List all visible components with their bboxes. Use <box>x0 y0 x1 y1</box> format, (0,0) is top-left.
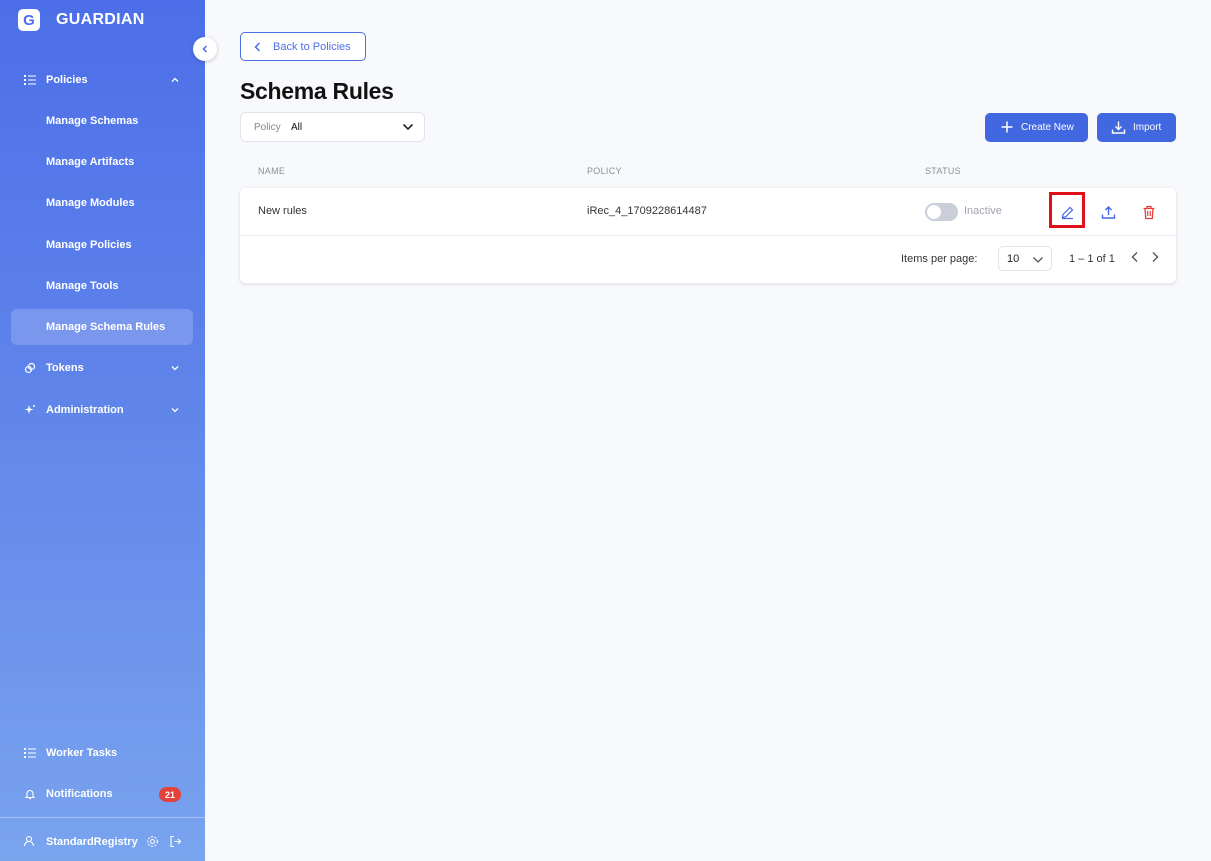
user-name: StandardRegistry <box>46 836 138 848</box>
sidebar-item-label: Policies <box>46 74 88 86</box>
delete-button[interactable] <box>1137 200 1161 224</box>
row-name: New rules <box>258 205 307 217</box>
row-divider <box>240 235 1176 236</box>
back-button-label: Back to Policies <box>273 40 351 53</box>
create-new-button[interactable]: Create New <box>985 113 1088 142</box>
sidebar-item-label: Administration <box>46 404 124 416</box>
sidebar-item-label: Manage Artifacts <box>46 156 135 168</box>
previous-page-button[interactable] <box>1130 250 1140 269</box>
sidebar-item-manage-modules[interactable]: Manage Modules <box>11 185 193 221</box>
list-icon <box>23 746 37 760</box>
schema-rules-table: New rules iRec_4_1709228614487 Inactive … <box>240 188 1176 283</box>
status-toggle[interactable] <box>925 203 958 221</box>
policy-filter-label: Policy <box>254 122 281 133</box>
list-icon <box>23 73 37 87</box>
sidebar-item-manage-artifacts[interactable]: Manage Artifacts <box>11 144 193 180</box>
edit-button[interactable] <box>1055 200 1079 224</box>
back-to-policies-button[interactable]: Back to Policies <box>240 32 366 61</box>
sidebar-divider <box>0 817 205 818</box>
upload-icon <box>1101 205 1115 219</box>
create-new-label: Create New <box>1021 122 1074 133</box>
column-header-name: NAME <box>258 166 286 176</box>
items-per-page-select[interactable]: 10 <box>998 246 1052 271</box>
sidebar-item-label: Manage Tools <box>46 280 119 292</box>
sidebar-item-label: Manage Modules <box>46 197 135 209</box>
download-icon <box>1111 121 1126 134</box>
sidebar-item-worker-tasks[interactable]: Worker Tasks <box>11 735 193 771</box>
chevron-down-icon <box>171 408 179 413</box>
sidebar-item-tokens[interactable]: Tokens <box>11 350 193 386</box>
brand-name: GUARDIAN <box>56 11 145 28</box>
sparkle-icon <box>23 403 37 417</box>
logout-icon[interactable] <box>169 835 182 851</box>
chevron-left-icon <box>1131 252 1138 262</box>
items-per-page-label: Items per page: <box>901 253 978 265</box>
page-title: Schema Rules <box>240 78 394 104</box>
sidebar-item-label: Manage Policies <box>46 239 132 251</box>
sidebar-item-manage-schemas[interactable]: Manage Schemas <box>11 103 193 139</box>
import-button[interactable]: Import <box>1097 113 1176 142</box>
sidebar-item-label: Worker Tasks <box>46 747 118 759</box>
items-per-page-value: 10 <box>1007 253 1020 265</box>
sidebar-item-manage-tools[interactable]: Manage Tools <box>11 268 193 304</box>
sidebar-item-manage-policies[interactable]: Manage Policies <box>11 227 193 263</box>
sidebar-item-label: Manage Schema Rules <box>46 321 166 333</box>
sidebar-item-policies[interactable]: Policies <box>11 62 193 98</box>
sidebar-item-manage-schema-rules[interactable]: Manage Schema Rules <box>11 309 193 345</box>
notifications-count-badge: 21 <box>159 787 181 802</box>
sidebar-collapse-button[interactable] <box>193 37 217 61</box>
brand[interactable]: G GUARDIAN <box>18 9 145 31</box>
chevron-down-icon <box>1033 257 1043 263</box>
policy-filter-value: All <box>291 122 303 133</box>
chevron-left-icon <box>202 45 208 53</box>
sidebar: G GUARDIAN Policies Manage Schemas Manag… <box>0 0 205 861</box>
bell-icon <box>23 787 37 801</box>
token-icon <box>23 361 37 375</box>
policy-filter-select[interactable]: Policy All <box>240 112 425 142</box>
user-icon <box>23 835 35 850</box>
sidebar-item-label: Notifications <box>46 788 113 800</box>
chevron-down-icon <box>402 123 414 131</box>
sidebar-item-administration[interactable]: Administration <box>11 392 193 428</box>
page-range-text: 1 – 1 of 1 <box>1069 253 1115 265</box>
column-header-policy: POLICY <box>587 166 622 176</box>
export-button[interactable] <box>1096 200 1120 224</box>
gear-icon[interactable] <box>146 835 159 851</box>
chevron-left-icon <box>254 42 261 52</box>
row-policy: iRec_4_1709228614487 <box>587 205 707 217</box>
app-root: G GUARDIAN Policies Manage Schemas Manag… <box>0 0 1211 861</box>
pencil-icon <box>1061 206 1073 219</box>
column-header-status: STATUS <box>925 166 961 176</box>
chevron-up-icon <box>171 77 179 82</box>
status-text: Inactive <box>964 205 1002 217</box>
import-label: Import <box>1133 122 1162 133</box>
chevron-right-icon <box>1152 252 1159 262</box>
user-profile[interactable]: StandardRegistry <box>11 824 193 860</box>
guardian-logo-icon: G <box>18 9 40 31</box>
chevron-down-icon <box>171 366 179 371</box>
sidebar-item-label: Tokens <box>46 362 84 374</box>
plus-icon <box>1001 121 1013 133</box>
sidebar-item-notifications[interactable]: Notifications 21 <box>11 776 193 812</box>
next-page-button[interactable] <box>1150 250 1160 269</box>
sidebar-item-label: Manage Schemas <box>46 115 139 127</box>
trash-icon <box>1143 205 1155 219</box>
